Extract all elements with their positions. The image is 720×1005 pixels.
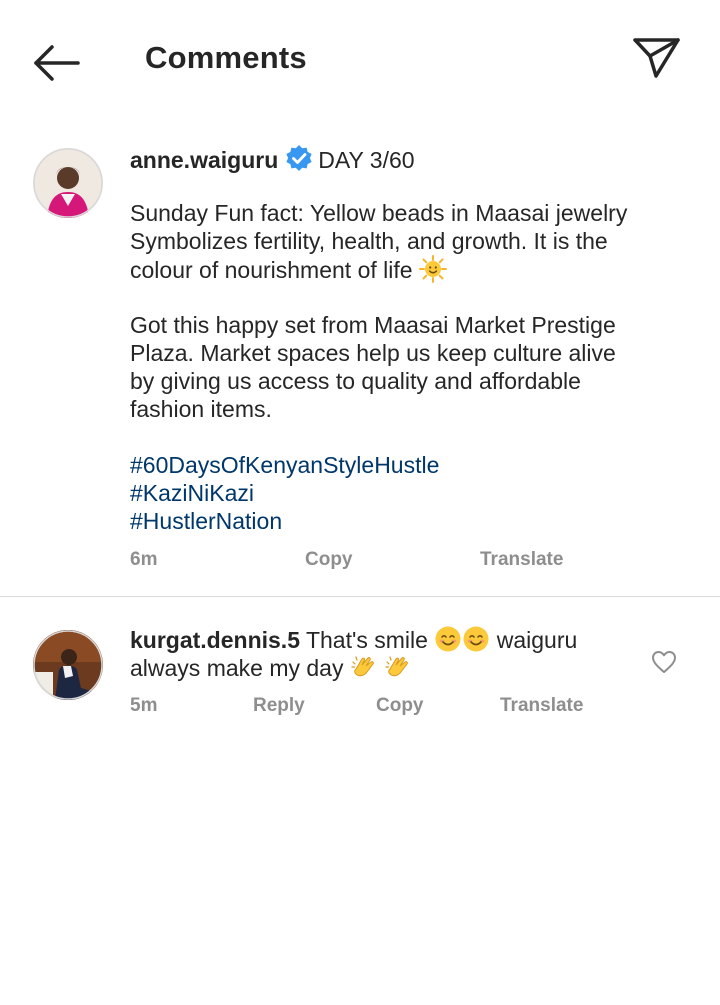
clapping-hands-emoji: [384, 653, 412, 681]
header-bar: Comments: [0, 0, 720, 120]
caption-line: fashion items.: [130, 396, 272, 422]
arrow-left-icon: [34, 45, 80, 81]
author-username[interactable]: anne.waiguru: [130, 147, 278, 173]
hashtag-link[interactable]: #HustlerNation: [130, 507, 690, 535]
caption-first-line: DAY 3/60: [318, 147, 415, 173]
caption-header-line: anne.waiguru DAY 3/60: [130, 143, 415, 174]
verified-badge-icon: [284, 143, 314, 173]
commenter-avatar[interactable]: [33, 630, 103, 700]
comment-line-2: always make my day: [130, 653, 412, 682]
caption-line: Symbolizes fertility, health, and growth…: [130, 228, 608, 254]
comment-timestamp: 5m: [130, 695, 158, 716]
caption-line: by giving us access to quality and affor…: [130, 368, 581, 394]
caption-paragraph-1: Sunday Fun fact: Yellow beads in Maasai …: [130, 199, 690, 284]
caption-line: colour of nourishment of life: [130, 255, 690, 284]
caption-translate-button[interactable]: Translate: [480, 549, 563, 571]
comment-line-1: kurgat.dennis.5 That's smile waiguru: [130, 625, 577, 654]
comment-copy-button[interactable]: Copy: [376, 695, 424, 717]
caption-line: Plaza. Market spaces help us keep cultur…: [130, 340, 616, 366]
caption-line: Sunday Fun fact: Yellow beads in Maasai …: [130, 200, 628, 226]
caption-paragraph-2: Got this happy set from Maasai Market Pr…: [130, 311, 690, 423]
smiling-face-emoji: [434, 625, 462, 653]
commenter-username[interactable]: kurgat.dennis.5: [130, 627, 300, 653]
comment-reply-button[interactable]: Reply: [253, 695, 305, 717]
share-button[interactable]: [628, 34, 684, 84]
caption-timestamp: 6m: [130, 549, 158, 570]
sun-with-face-emoji: [418, 255, 447, 283]
divider: [0, 596, 720, 597]
avatar-image: [33, 148, 103, 218]
caption-copy-button[interactable]: Copy: [305, 549, 353, 571]
like-comment-button[interactable]: [650, 648, 678, 676]
hashtag-link[interactable]: #60DaysOfKenyanStyleHustle: [130, 451, 690, 479]
comment-text: waiguru: [496, 627, 578, 653]
caption-hashtags: #60DaysOfKenyanStyleHustle #KaziNiKazi #…: [130, 451, 690, 535]
comment-text: always make my day: [130, 655, 344, 681]
smiling-face-emoji: [462, 625, 490, 653]
clapping-hands-emoji: [350, 653, 378, 681]
avatar-image: [33, 630, 103, 700]
caption-line: Got this happy set from Maasai Market Pr…: [130, 312, 616, 338]
comment-text: That's smile: [305, 627, 428, 653]
back-button[interactable]: [28, 40, 84, 86]
hashtag-link[interactable]: #KaziNiKazi: [130, 479, 690, 507]
comment-translate-button[interactable]: Translate: [500, 695, 583, 717]
heart-outline-icon: [652, 651, 676, 673]
author-avatar[interactable]: [33, 148, 103, 218]
paper-plane-icon: [633, 38, 680, 78]
page-title: Comments: [145, 40, 307, 75]
